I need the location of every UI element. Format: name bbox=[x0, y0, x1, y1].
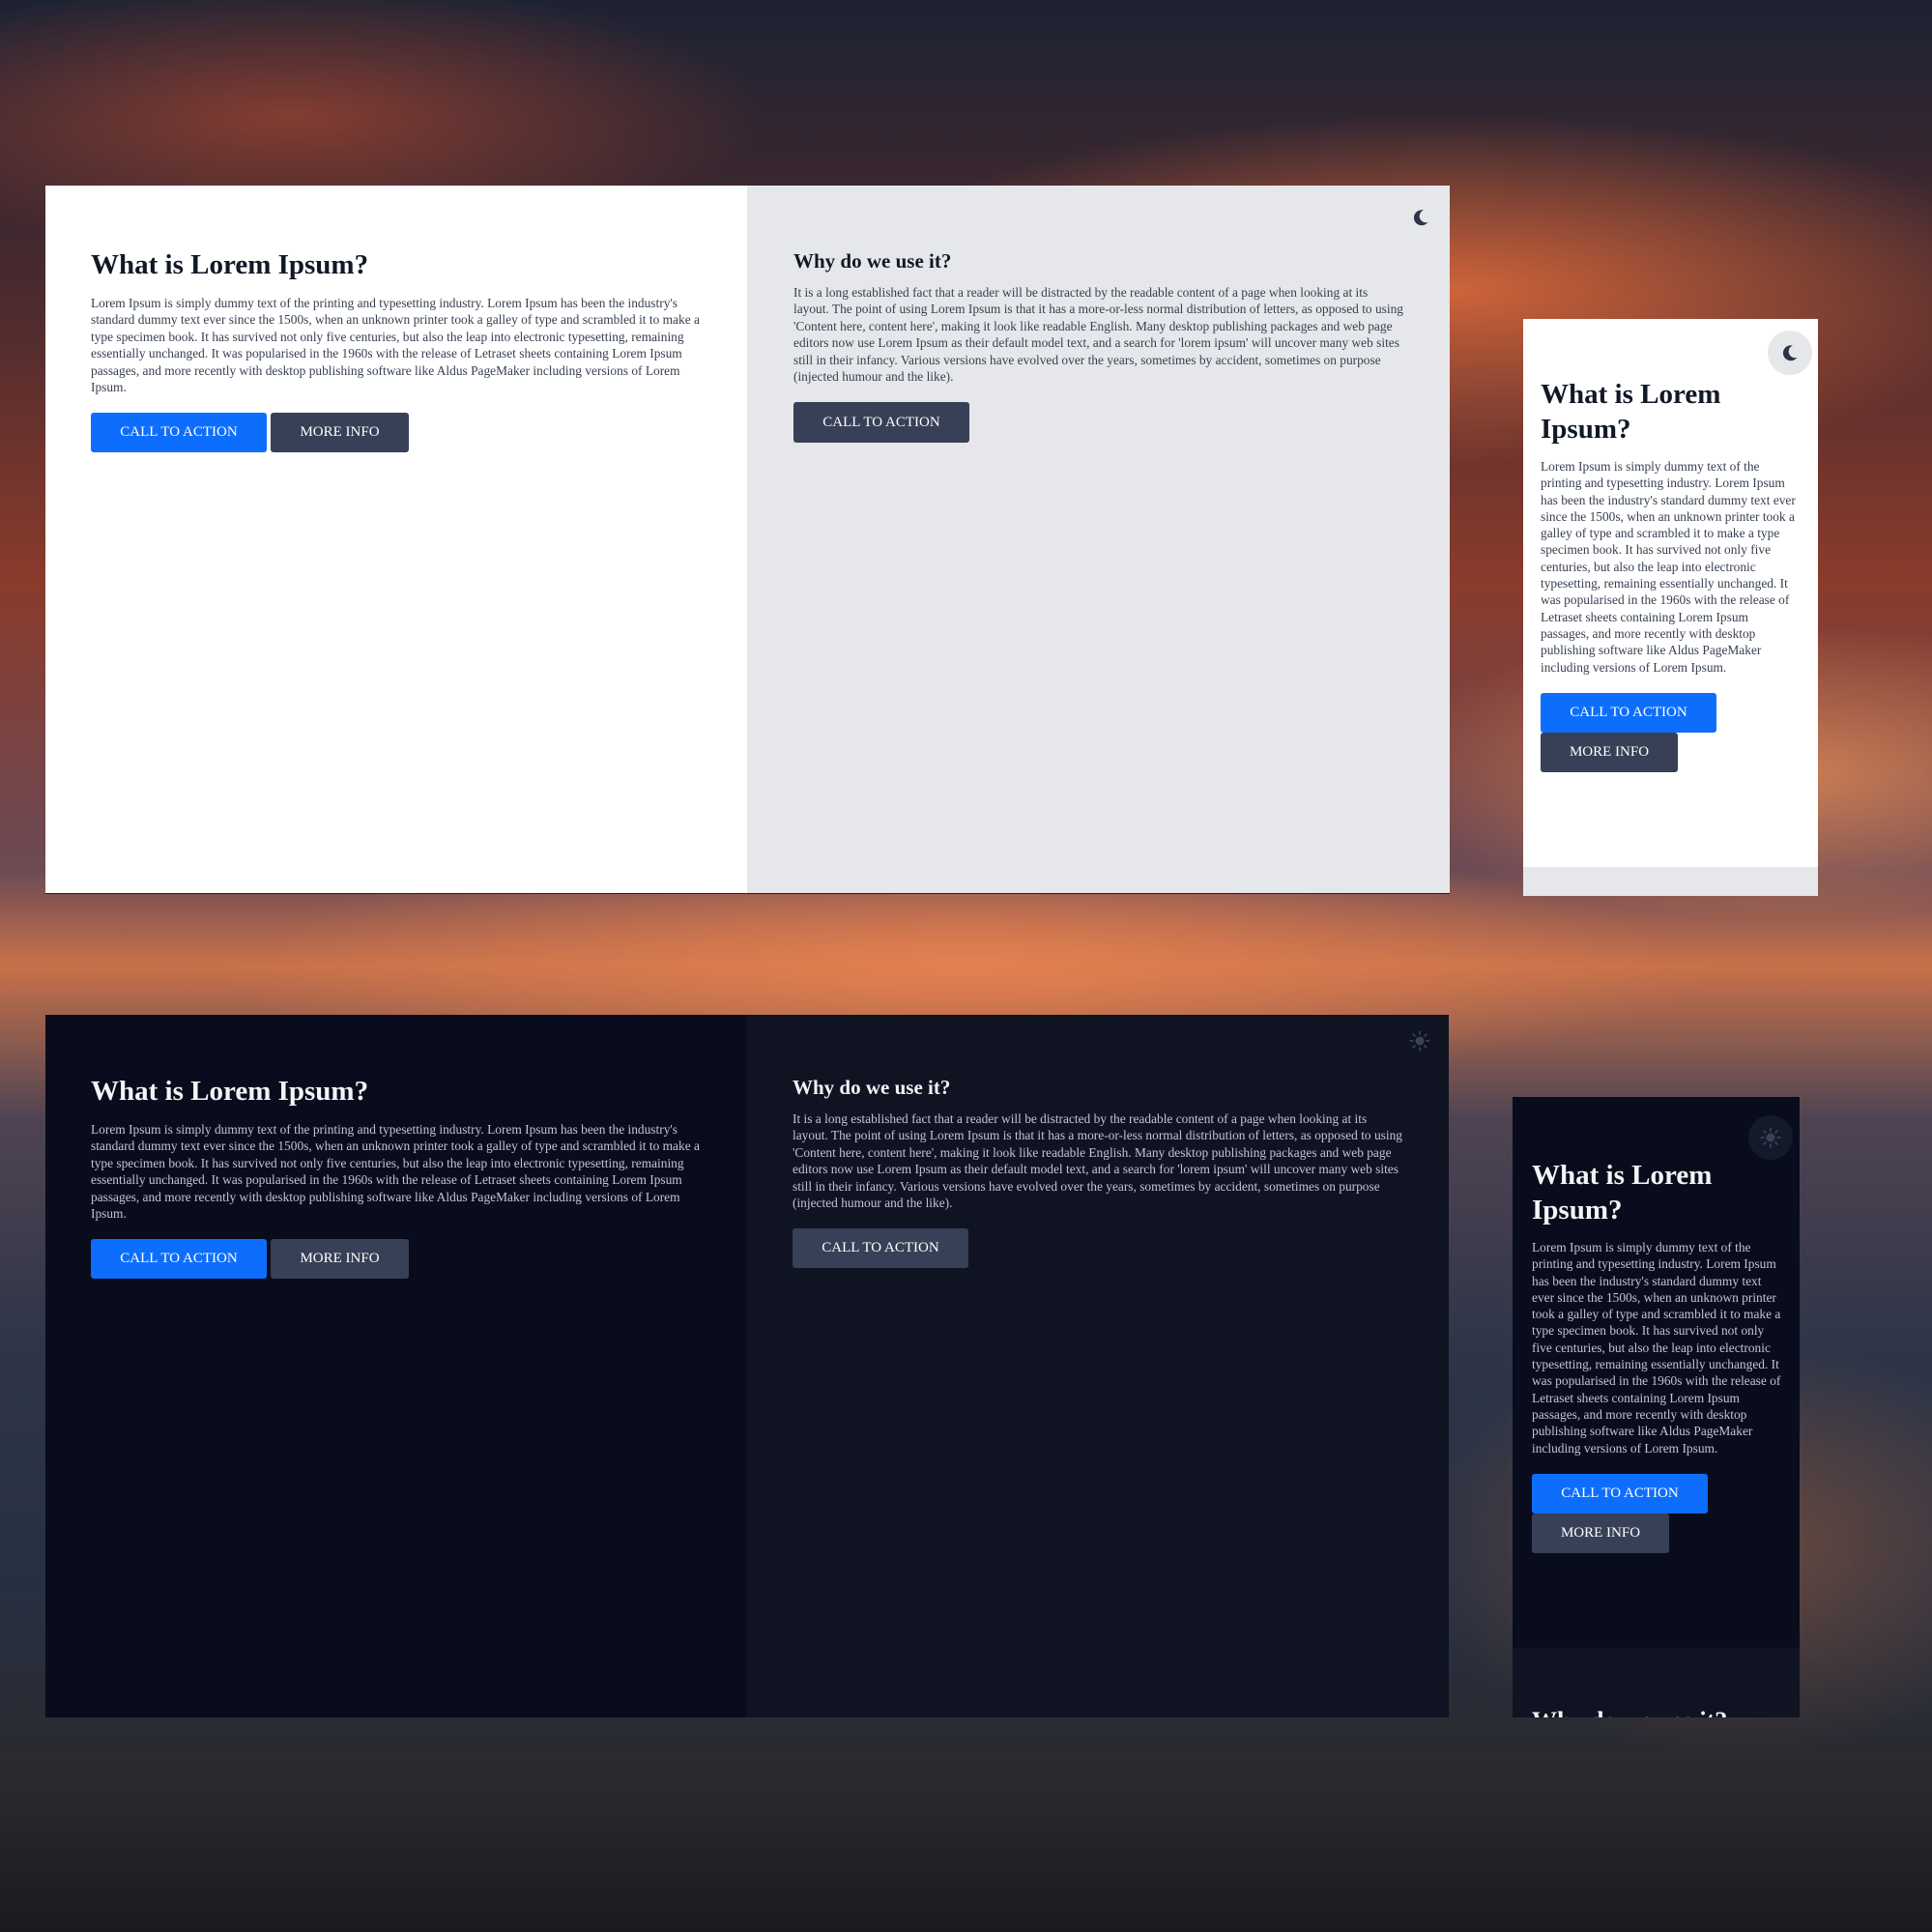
section-title: Why do we use it? bbox=[793, 1076, 951, 1099]
section-body: Lorem Ipsum is simply dummy text of the … bbox=[1541, 459, 1796, 675]
theme-toggle-button[interactable] bbox=[1398, 1019, 1442, 1063]
section-body: It is a long established fact that a rea… bbox=[793, 285, 1403, 385]
desktop-dark-preview: What is Lorem Ipsum? Lorem Ipsum is simp… bbox=[45, 1015, 1449, 1717]
next-section-strip bbox=[1523, 867, 1818, 896]
moon-icon bbox=[1413, 210, 1428, 226]
dark-left-section: What is Lorem Ipsum? Lorem Ipsum is simp… bbox=[45, 1015, 747, 1717]
theme-toggle-button[interactable] bbox=[1748, 1115, 1793, 1160]
cta-button[interactable]: CALL TO ACTION bbox=[91, 1239, 267, 1280]
theme-toggle-button[interactable] bbox=[1399, 195, 1443, 240]
sun-icon bbox=[1760, 1127, 1781, 1148]
cta-button[interactable]: CALL TO ACTION bbox=[793, 402, 969, 444]
more-info-button[interactable]: MORE INFO bbox=[271, 1239, 409, 1280]
cta-button[interactable]: CALL TO ACTION bbox=[793, 1228, 968, 1269]
section-body: It is a long established fact that a rea… bbox=[793, 1111, 1402, 1211]
light-right-section: Why do we use it? It is a long establish… bbox=[747, 186, 1450, 893]
next-section-title: Why do we use it? bbox=[1532, 1707, 1780, 1717]
cta-button[interactable]: CALL TO ACTION bbox=[1541, 692, 1716, 733]
moon-icon bbox=[1782, 345, 1798, 361]
theme-toggle-button[interactable] bbox=[1768, 331, 1812, 375]
sun-icon bbox=[1409, 1030, 1430, 1052]
section-title: What is Lorem Ipsum? bbox=[91, 1076, 369, 1107]
mobile-dark-preview: What is Lorem Ipsum? Lorem Ipsum is simp… bbox=[1513, 1097, 1800, 1717]
section-title: What is Lorem Ipsum? bbox=[1541, 379, 1721, 445]
light-left-section: What is Lorem Ipsum? Lorem Ipsum is simp… bbox=[45, 186, 747, 893]
next-section: Why do we use it? bbox=[1513, 1648, 1800, 1717]
section-body: Lorem Ipsum is simply dummy text of the … bbox=[91, 1122, 700, 1222]
dark-right-section: Why do we use it? It is a long establish… bbox=[747, 1015, 1449, 1717]
more-info-button[interactable]: MORE INFO bbox=[1532, 1513, 1669, 1553]
section-title: Why do we use it? bbox=[793, 249, 952, 273]
section-title: What is Lorem Ipsum? bbox=[91, 249, 369, 280]
more-info-button[interactable]: MORE INFO bbox=[271, 413, 409, 453]
section-body: Lorem Ipsum is simply dummy text of the … bbox=[1532, 1240, 1781, 1456]
mobile-light-preview: What is Lorem Ipsum? Lorem Ipsum is simp… bbox=[1523, 319, 1818, 896]
desktop-light-preview: What is Lorem Ipsum? Lorem Ipsum is simp… bbox=[45, 186, 1450, 894]
more-info-button[interactable]: MORE INFO bbox=[1541, 732, 1678, 772]
section-body: Lorem Ipsum is simply dummy text of the … bbox=[91, 296, 700, 395]
section-title: What is Lorem Ipsum? bbox=[1532, 1160, 1713, 1226]
cta-button[interactable]: CALL TO ACTION bbox=[91, 413, 267, 453]
cta-button[interactable]: CALL TO ACTION bbox=[1532, 1473, 1708, 1514]
